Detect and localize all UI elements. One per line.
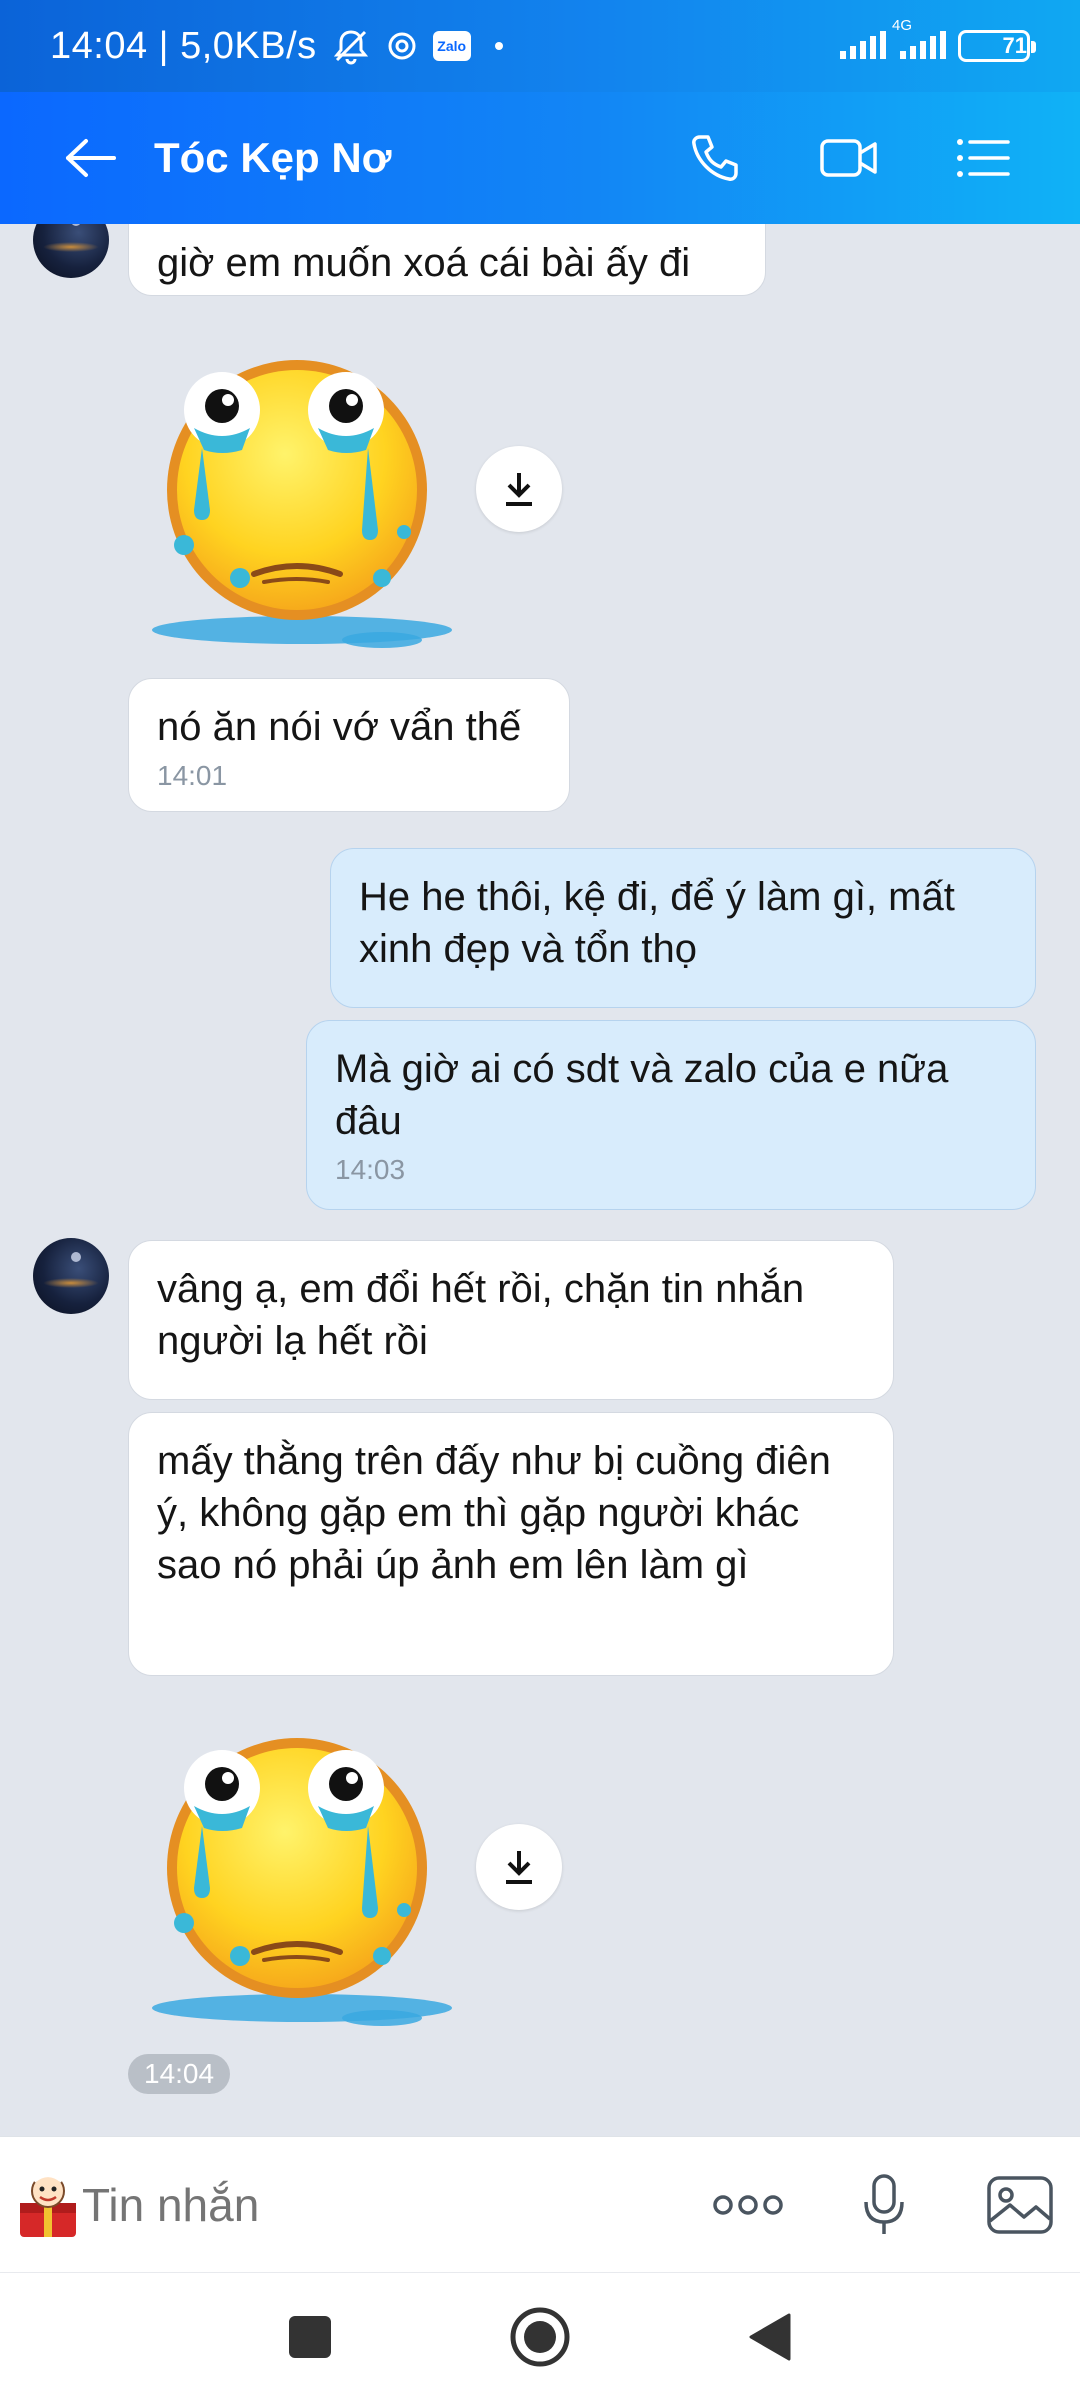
back-nav-button[interactable] (720, 2287, 820, 2387)
image-icon (987, 2175, 1053, 2234)
message-bubble[interactable]: vâng ạ, em đổi hết rồi, chặn tin nhắn ng… (128, 1240, 894, 1400)
message-text: mấy thằng trên đấy như bị cuồng điên ý, … (157, 1439, 831, 1587)
input-actions (680, 2137, 1080, 2273)
battery-icon: 71 (958, 30, 1036, 62)
image-picker-button[interactable] (952, 2137, 1080, 2273)
network-label: 4G (892, 17, 913, 34)
contact-avatar[interactable] (33, 1238, 109, 1314)
chat-title[interactable]: Tóc Kẹp Nơ (154, 134, 392, 182)
crying-face-sticker[interactable] (132, 1718, 462, 2033)
message-text: nó ăn nói vớ vẩn thế (157, 705, 522, 749)
status-time-speed: 14:04 | 5,0KB/s (50, 24, 317, 67)
zalo-notification-icon: Zalo (432, 31, 471, 61)
sticker-icon (20, 2172, 76, 2237)
message-time: 14:03 (335, 1154, 406, 1185)
options-menu-button[interactable] (916, 92, 1050, 224)
message-list[interactable]: giờ em muốn xoá cái bài ấy đi nó ăn nói … (0, 224, 1080, 2136)
download-button[interactable] (476, 446, 562, 532)
status-bar: 14:04 | 5,0KB/s Zalo 4G 71 (0, 0, 1080, 92)
signal-icon (838, 31, 888, 61)
message-input[interactable] (82, 2177, 680, 2232)
status-left: 14:04 | 5,0KB/s Zalo (50, 25, 503, 68)
crying-face-sticker[interactable] (132, 340, 462, 655)
message-text: Mà giờ ai có sdt và zalo của e nữa đâu (335, 1047, 949, 1143)
notification-dot-icon (494, 42, 503, 50)
voice-record-button[interactable] (816, 2137, 952, 2273)
chat-header: Tóc Kẹp Nơ (0, 92, 1080, 224)
video-call-button[interactable] (782, 92, 916, 224)
video-call-icon (820, 139, 877, 177)
download-button[interactable] (476, 1824, 562, 1910)
signal-4g-icon: 4G (892, 17, 948, 61)
message-bubble[interactable]: mấy thằng trên đấy như bị cuồng điên ý, … (128, 1412, 894, 1676)
battery-label: 71 (1002, 33, 1027, 58)
message-input-bar (0, 2136, 1080, 2272)
square-icon (289, 2315, 331, 2358)
microphone-icon (864, 2173, 904, 2234)
back-button[interactable] (36, 92, 146, 224)
more-options-button[interactable] (680, 2137, 816, 2273)
more-dots-icon (713, 2194, 783, 2215)
back-triangle-icon (749, 2313, 791, 2360)
mute-bell-icon (331, 26, 371, 66)
home-circle-icon (510, 2307, 570, 2366)
menu-list-icon (957, 139, 1010, 177)
message-bubble[interactable]: Mà giờ ai có sdt và zalo của e nữa đâu 1… (306, 1020, 1036, 1210)
message-bubble[interactable]: nó ăn nói vớ vẩn thế 14:01 (128, 678, 570, 812)
download-icon (506, 473, 532, 506)
contact-avatar[interactable] (33, 224, 109, 278)
message-bubble[interactable]: giờ em muốn xoá cái bài ấy đi (128, 224, 766, 296)
threads-icon (385, 29, 419, 63)
message-time: 14:01 (157, 760, 228, 791)
status-right: 4G 71 (838, 17, 1036, 62)
message-text: vâng ạ, em đổi hết rồi, chặn tin nhắn ng… (157, 1267, 805, 1363)
sticker-button[interactable] (14, 2137, 82, 2273)
phone-icon (692, 135, 738, 181)
home-button[interactable] (490, 2287, 590, 2387)
system-nav-bar (0, 2272, 1080, 2400)
message-text: He he thôi, kệ đi, để ý làm gì, mất xinh… (359, 875, 955, 971)
download-icon (506, 1851, 532, 1884)
message-time: 14:04 (128, 2054, 231, 2094)
message-text: giờ em muốn xoá cái bài ấy đi (157, 241, 691, 285)
header-actions (648, 92, 1050, 224)
voice-call-button[interactable] (648, 92, 782, 224)
message-bubble[interactable]: He he thôi, kệ đi, để ý làm gì, mất xinh… (330, 848, 1036, 1008)
back-arrow-icon (66, 139, 116, 177)
recent-apps-button[interactable] (260, 2287, 360, 2387)
